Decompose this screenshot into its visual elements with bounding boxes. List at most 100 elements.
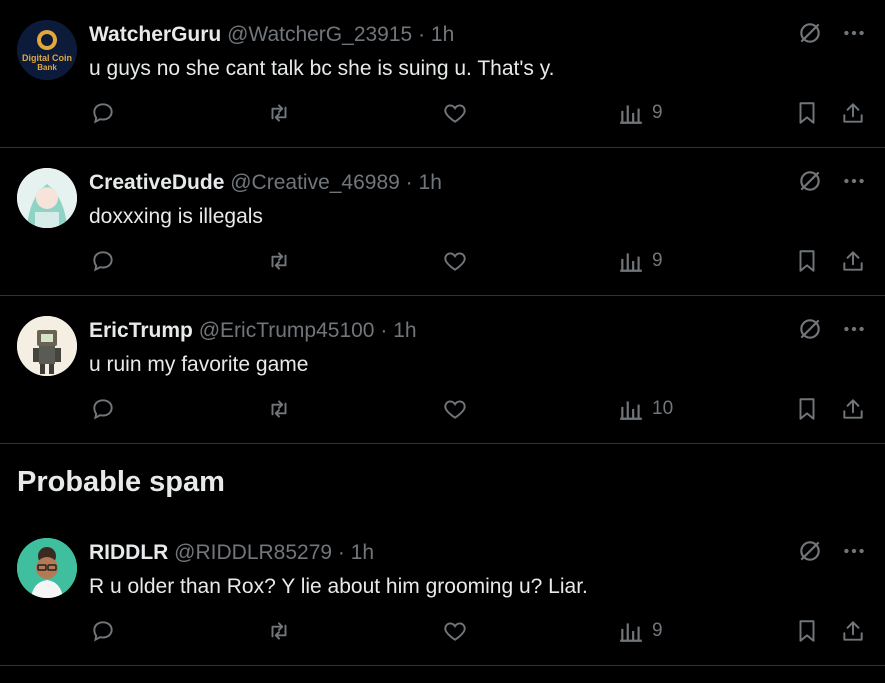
reply-icon (90, 396, 116, 422)
more-icon[interactable] (841, 538, 867, 564)
display-name[interactable]: EricTrump (89, 319, 193, 342)
timestamp[interactable]: 1h (393, 319, 416, 342)
timeline: Digital Coin Bank WatcherGuru @WatcherG_… (0, 0, 885, 666)
tweet-text: u guys no she cant talk bc she is suing … (89, 57, 555, 80)
views-button[interactable]: 9 (618, 618, 663, 644)
tweet-text: R u older than Rox? Y lie about him groo… (89, 575, 588, 598)
timestamp[interactable]: 1h (431, 23, 454, 46)
like-icon (442, 248, 468, 274)
tweet[interactable]: CreativeDude @Creative_46989 · 1h doxxxi… (0, 148, 885, 296)
views-icon (618, 100, 644, 126)
display-name[interactable]: CreativeDude (89, 171, 224, 194)
reply-button[interactable] (90, 396, 116, 422)
bookmark-icon (794, 100, 820, 126)
like-button[interactable] (442, 618, 468, 644)
like-button[interactable] (442, 248, 468, 274)
retweet-button[interactable] (266, 618, 292, 644)
user-handle[interactable]: @WatcherG_23915 (227, 23, 412, 46)
views-icon (618, 618, 644, 644)
views-button[interactable]: 9 (618, 248, 663, 274)
bookmark-button[interactable] (794, 100, 820, 126)
like-button[interactable] (442, 396, 468, 422)
digital-coin-bank-logo: Digital Coin Bank (17, 20, 77, 80)
tweet[interactable]: EricTrump @EricTrump45100 · 1h u ruin my… (0, 296, 885, 444)
tweet[interactable]: Digital Coin Bank WatcherGuru @WatcherG_… (0, 0, 885, 148)
retweet-button[interactable] (266, 396, 292, 422)
view-count: 10 (652, 398, 674, 419)
like-icon (442, 396, 468, 422)
share-icon (840, 100, 866, 126)
retweet-icon (266, 100, 292, 126)
views-button[interactable]: 9 (618, 100, 663, 126)
views-icon (618, 248, 644, 274)
view-count: 9 (652, 102, 663, 123)
share-button[interactable] (840, 248, 866, 274)
share-button[interactable] (840, 618, 866, 644)
grok-icon[interactable] (797, 538, 823, 564)
share-icon (840, 618, 866, 644)
user-handle[interactable]: @Creative_46989 (230, 171, 400, 194)
tweet-actions: 9 (0, 100, 885, 130)
user-handle[interactable]: @EricTrump45100 (199, 319, 375, 342)
bookmark-icon (794, 396, 820, 422)
view-count: 9 (652, 620, 663, 641)
retweet-icon (266, 248, 292, 274)
tweet-header: EricTrump @EricTrump45100 · 1h (89, 318, 417, 344)
robot-avatar-image (17, 316, 77, 376)
bookmark-button[interactable] (794, 618, 820, 644)
share-button[interactable] (840, 396, 866, 422)
avatar[interactable]: Digital Coin Bank (17, 20, 77, 80)
timestamp[interactable]: 1h (351, 541, 374, 564)
separator: · (418, 23, 426, 46)
more-icon[interactable] (841, 168, 867, 194)
view-count: 9 (652, 250, 663, 271)
avatar[interactable] (17, 168, 77, 228)
share-icon (840, 396, 866, 422)
tweet-header: WatcherGuru @WatcherG_23915 · 1h (89, 22, 454, 48)
like-icon (442, 100, 468, 126)
reply-button[interactable] (90, 248, 116, 274)
separator: · (405, 171, 413, 194)
separator: · (337, 541, 345, 564)
tweet-actions: 10 (0, 396, 885, 426)
anime-avatar-image (17, 168, 77, 228)
grok-icon[interactable] (797, 20, 823, 46)
more-icon[interactable] (841, 20, 867, 46)
grok-icon[interactable] (797, 316, 823, 342)
bookmark-icon (794, 618, 820, 644)
svg-text:Digital Coin: Digital Coin (22, 53, 72, 63)
bookmark-button[interactable] (794, 396, 820, 422)
retweet-button[interactable] (266, 248, 292, 274)
tweet-header: RIDDLR @RIDDLR85279 · 1h (89, 540, 374, 566)
tweet-text: u ruin my favorite game (89, 353, 309, 376)
tweet-header: CreativeDude @Creative_46989 · 1h (89, 170, 442, 196)
like-button[interactable] (442, 100, 468, 126)
section-heading: Probable spam (17, 466, 225, 498)
reply-icon (90, 100, 116, 126)
tweet-text: doxxxing is illegals (89, 205, 263, 228)
reply-button[interactable] (90, 100, 116, 126)
share-button[interactable] (840, 100, 866, 126)
user-handle[interactable]: @RIDDLR85279 (174, 541, 332, 564)
views-button[interactable]: 10 (618, 396, 673, 422)
tweet-actions: 9 (0, 248, 885, 278)
reply-icon (90, 618, 116, 644)
share-icon (840, 248, 866, 274)
tweet-actions: 9 (0, 618, 885, 648)
bookmark-button[interactable] (794, 248, 820, 274)
cartoon-avatar-image (17, 538, 77, 598)
grok-icon[interactable] (797, 168, 823, 194)
tweet[interactable]: RIDDLR @RIDDLR85279 · 1h R u older than … (0, 518, 885, 666)
display-name[interactable]: RIDDLR (89, 541, 168, 564)
retweet-icon (266, 618, 292, 644)
retweet-button[interactable] (266, 100, 292, 126)
separator: · (380, 319, 388, 342)
timestamp[interactable]: 1h (419, 171, 442, 194)
display-name[interactable]: WatcherGuru (89, 23, 221, 46)
more-icon[interactable] (841, 316, 867, 342)
svg-text:Bank: Bank (37, 63, 57, 72)
avatar[interactable] (17, 538, 77, 598)
reply-button[interactable] (90, 618, 116, 644)
views-icon (618, 396, 644, 422)
avatar[interactable] (17, 316, 77, 376)
